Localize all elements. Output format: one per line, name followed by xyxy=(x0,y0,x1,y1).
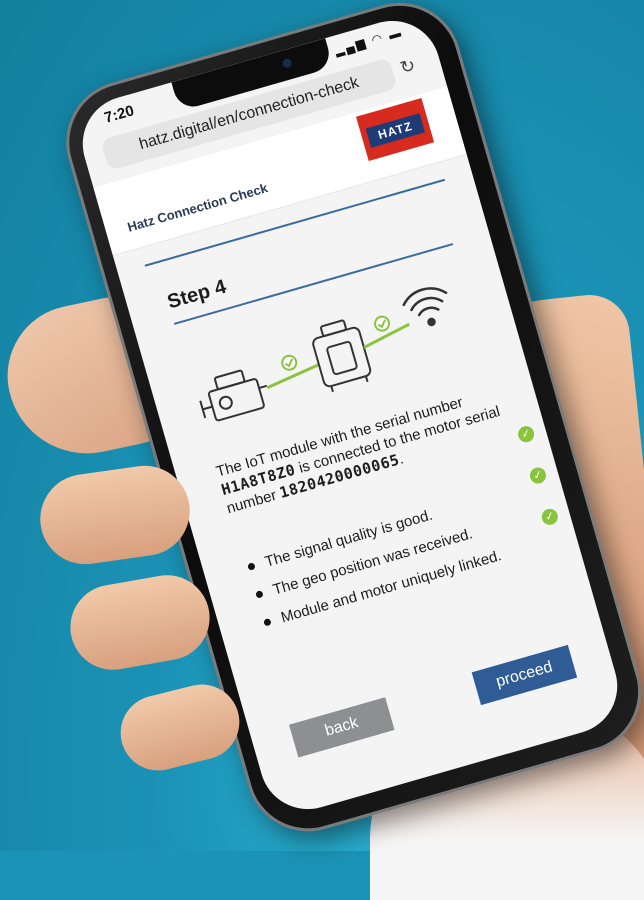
back-button[interactable]: back xyxy=(289,697,395,758)
check-icon: ✓ xyxy=(528,465,548,486)
check-icon: ✓ xyxy=(539,506,560,527)
proceed-button[interactable]: proceed xyxy=(471,644,578,706)
step-title: Step 4 xyxy=(164,275,229,314)
logo-text: HATZ xyxy=(365,113,426,148)
hatz-logo[interactable]: HATZ xyxy=(356,98,435,162)
bullet-icon xyxy=(247,562,256,571)
status-time: 7:20 xyxy=(102,102,137,127)
iot-module-icon xyxy=(312,319,372,393)
check-icon xyxy=(374,315,391,332)
engine-icon xyxy=(199,369,268,422)
bullet-icon xyxy=(255,590,264,599)
reload-icon[interactable]: ↻ xyxy=(398,55,418,79)
check-icon xyxy=(281,354,298,371)
camera-icon xyxy=(281,57,293,69)
site-title: Hatz Connection Check xyxy=(125,180,270,235)
bullet-icon xyxy=(263,617,272,627)
status-checklist: The signal quality is good. ✓ The geo po… xyxy=(242,424,560,644)
check-icon: ✓ xyxy=(516,424,537,445)
